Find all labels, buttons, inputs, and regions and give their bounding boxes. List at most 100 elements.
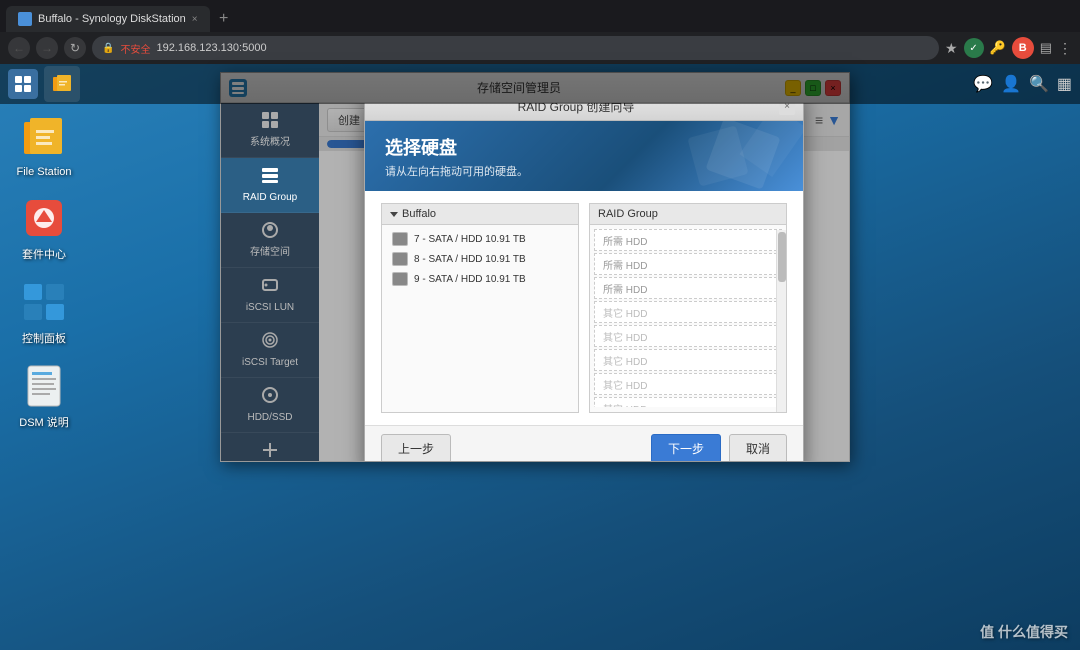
- control-panel-desktop-icon: [20, 278, 68, 326]
- desktop-icon-package-center[interactable]: 套件中心: [10, 194, 78, 262]
- new-tab-btn[interactable]: +: [210, 6, 238, 32]
- disk-7-icon: [392, 232, 408, 246]
- sidebar-hdd-label: HDD/SSD: [247, 412, 292, 424]
- storage-space-icon: [261, 221, 279, 244]
- chat-icon[interactable]: 💬: [973, 74, 993, 94]
- package-center-desktop-icon: [20, 194, 68, 242]
- disk-item-9[interactable]: 9 - SATA / HDD 10.91 TB: [386, 269, 574, 289]
- hot-spare-svg-icon: [261, 441, 279, 459]
- sidebar-raid-label: RAID Group: [243, 192, 297, 204]
- raid-slots-list[interactable]: 所需 HDD 所需 HDD 所需 HDD: [590, 225, 786, 407]
- desktop-icons-area: File Station 套件中心: [10, 114, 78, 430]
- raid-slot-4[interactable]: 其它 HDD: [594, 301, 782, 323]
- refresh-btn[interactable]: ↻: [64, 37, 86, 59]
- syno-taskbar-right: 💬 👤 🔍 ▦: [973, 74, 1072, 94]
- app-main-area: 创建 编辑 删除 更多操作 ≡ ▼: [319, 103, 849, 461]
- sidebar-item-storage[interactable]: 存储空间: [221, 213, 319, 268]
- forward-btn[interactable]: →: [36, 37, 58, 59]
- sidebar-item-hot-spare[interactable]: Hot Spare: [221, 433, 319, 461]
- syno-logo-icon: [13, 74, 33, 94]
- password-btn[interactable]: 🔑: [990, 40, 1006, 56]
- widgets-icon[interactable]: ▦: [1057, 74, 1072, 94]
- browser-frame: Buffalo - Synology DiskStation × + ← → ↻…: [0, 0, 1080, 650]
- address-bar[interactable]: 🔒 不安全 192.168.123.130:5000: [92, 36, 939, 60]
- browser-nav-row: ← → ↻ 🔒 不安全 192.168.123.130:5000 ★ ✓ 🔑 B…: [0, 32, 1080, 64]
- wizard-title: RAID Group 创建向导: [373, 103, 779, 115]
- sidebar-item-iscsi-lun[interactable]: iSCSI LUN: [221, 268, 319, 323]
- disk-7-label: 7 - SATA / HDD 10.91 TB: [414, 234, 526, 245]
- tab-title: Buffalo - Synology DiskStation: [38, 13, 186, 25]
- disk-item-8[interactable]: 8 - SATA / HDD 10.91 TB: [386, 249, 574, 269]
- user-avatar[interactable]: B: [1012, 37, 1034, 59]
- left-panel-title: Buffalo: [402, 208, 436, 220]
- iscsi-lun-icon: [261, 276, 279, 299]
- desktop-icon-filestation[interactable]: File Station: [10, 114, 78, 178]
- lock-icon: 🔒: [102, 43, 114, 54]
- disk-item-7[interactable]: 7 - SATA / HDD 10.91 TB: [386, 229, 574, 249]
- browser-tabs-row: Buffalo - Synology DiskStation × +: [0, 0, 1080, 32]
- app-body: 系统概况 RAID Group: [221, 103, 849, 461]
- wizard-dialog: RAID Group 创建向导 × 选择硬盘 请从左向右拖动可用的硬盘: [364, 103, 804, 461]
- right-panel-header: RAID Group: [590, 204, 786, 225]
- scrollbar[interactable]: [776, 230, 786, 412]
- dsm-help-desktop-icon: [20, 362, 68, 410]
- slot-6-label: 其它 HDD: [603, 353, 647, 368]
- disk-9-icon: [392, 272, 408, 286]
- sidebar-item-hdd-ssd[interactable]: HDD/SSD: [221, 378, 319, 433]
- bookmark-btn[interactable]: ★: [945, 40, 958, 57]
- sidebar-overview-label: 系统概况: [250, 137, 290, 149]
- next-btn[interactable]: 下一步: [651, 434, 721, 461]
- desktop-icon-dsm-help[interactable]: DSM 说明: [10, 362, 78, 430]
- syno-filestation-taskbar-btn[interactable]: [44, 66, 80, 102]
- slot-8-label: 其它 HDD: [603, 401, 647, 408]
- browser-nav-right: ★ ✓ 🔑 B ▤ ⋮: [945, 37, 1072, 59]
- wizard-content: Buffalo 7 - SATA / HDD 10.91 TB: [365, 191, 803, 425]
- desktop-icon-control-panel[interactable]: 控制面板: [10, 278, 78, 346]
- cancel-btn[interactable]: 取消: [729, 434, 787, 461]
- sidebar-item-overview[interactable]: 系统概况: [221, 103, 319, 158]
- storage-manager-window: 存储空间管理员 _ □ ×: [220, 72, 850, 462]
- storage-space-svg-icon: [261, 221, 279, 239]
- slot-2-label: 所需 HDD: [603, 257, 647, 272]
- sidebar-item-iscsi-target[interactable]: iSCSI Target: [221, 323, 319, 378]
- raid-group-icon: [261, 166, 279, 189]
- tab-close-btn[interactable]: ×: [192, 14, 198, 25]
- syno-taskbar: 💬 👤 🔍 ▦: [0, 64, 1080, 104]
- raid-slot-2[interactable]: 所需 HDD: [594, 253, 782, 275]
- raid-group-svg-icon: [261, 166, 279, 184]
- raid-slot-3[interactable]: 所需 HDD: [594, 277, 782, 299]
- disk-panels: Buffalo 7 - SATA / HDD 10.91 TB: [381, 203, 787, 413]
- search-icon[interactable]: 🔍: [1029, 74, 1049, 94]
- wizard-titlebar: RAID Group 创建向导 ×: [365, 103, 803, 121]
- overview-icon: [261, 111, 279, 134]
- hdd-ssd-icon: [261, 386, 279, 409]
- iscsi-target-svg-icon: [261, 331, 279, 349]
- sidebar-storage-label: 存储空间: [250, 247, 290, 259]
- back-btn[interactable]: 上一步: [381, 434, 451, 461]
- extensions-btn[interactable]: ▤: [1040, 40, 1052, 56]
- right-panel-title: RAID Group: [598, 208, 658, 220]
- app-sidebar: 系统概况 RAID Group: [221, 103, 319, 461]
- shield-icon: ✓: [964, 38, 984, 58]
- left-disk-panel: Buffalo 7 - SATA / HDD 10.91 TB: [381, 203, 579, 413]
- url-text: 192.168.123.130:5000: [156, 42, 266, 54]
- raid-slot-5[interactable]: 其它 HDD: [594, 325, 782, 347]
- raid-slot-7[interactable]: 其它 HDD: [594, 373, 782, 395]
- browser-active-tab[interactable]: Buffalo - Synology DiskStation ×: [6, 6, 210, 32]
- back-btn[interactable]: ←: [8, 37, 30, 59]
- syno-logo[interactable]: [8, 69, 38, 99]
- wizard-overlay: RAID Group 创建向导 × 选择硬盘 请从左向右拖动可用的硬盘: [319, 103, 849, 461]
- filestation-desktop-icon: [20, 114, 68, 162]
- raid-slot-1[interactable]: 所需 HDD: [594, 229, 782, 251]
- disk-list[interactable]: 7 - SATA / HDD 10.91 TB 8 - SATA / HDD 1…: [382, 225, 578, 407]
- raid-slot-8[interactable]: 其它 HDD: [594, 397, 782, 407]
- sidebar-item-raid-group[interactable]: RAID Group: [221, 158, 319, 213]
- user-icon[interactable]: 👤: [1001, 74, 1021, 94]
- iscsi-target-icon: [261, 331, 279, 354]
- raid-slot-6[interactable]: 其它 HDD: [594, 349, 782, 371]
- disk-8-icon: [392, 252, 408, 266]
- wizard-close-btn[interactable]: ×: [779, 103, 795, 115]
- menu-btn[interactable]: ⋮: [1058, 40, 1072, 57]
- slot-3-label: 所需 HDD: [603, 281, 647, 296]
- slot-5-label: 其它 HDD: [603, 329, 647, 344]
